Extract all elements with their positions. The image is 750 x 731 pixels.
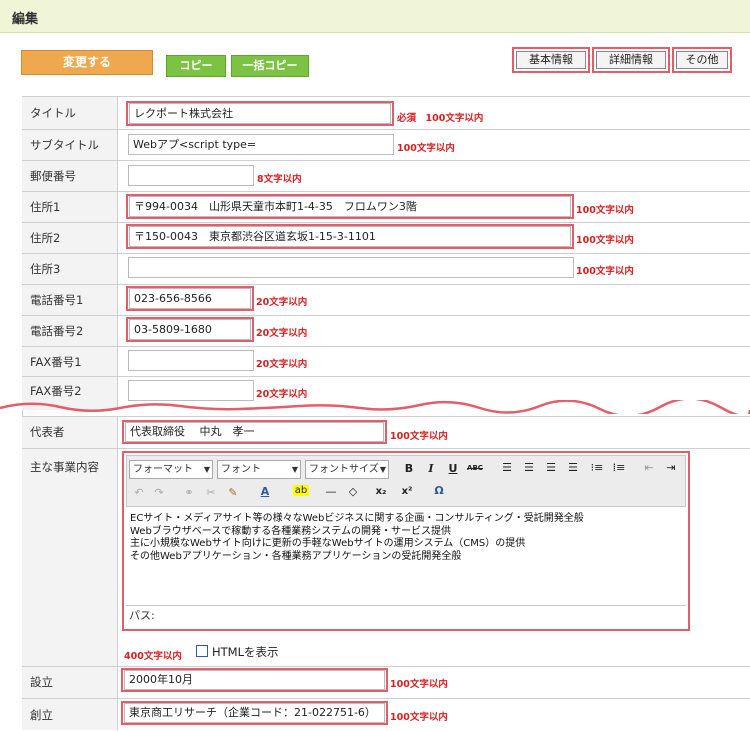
tab-detail-info[interactable]: 詳細情報: [592, 47, 670, 73]
font-select[interactable]: フォント ▼: [217, 460, 301, 479]
editor-path-bar: パス:: [126, 605, 686, 625]
field-note: 8文字以内: [257, 174, 302, 185]
field-label: 電話番号2: [22, 316, 118, 346]
field-note: 100文字以内: [576, 205, 634, 216]
eraser-icon[interactable]: ◇: [345, 485, 361, 498]
editor-content[interactable]: ECサイト・メディアサイト等の様々なWebビジネスに関する企画・コンサルティング…: [130, 513, 680, 563]
field-note: 必須 100文字以内: [397, 113, 484, 124]
address1-input[interactable]: 〒994-0034 山形県天童市本町1-4-35 フロムワン3階: [129, 196, 571, 217]
field-note: 100文字以内: [390, 712, 448, 723]
numbered-list-icon[interactable]: ⁞≡: [611, 461, 627, 474]
indent-icon[interactable]: ⇥: [663, 461, 679, 474]
font-size-select[interactable]: フォントサイズ ▼: [305, 460, 389, 479]
established-input[interactable]: 2000年10月: [124, 670, 385, 690]
align-left-icon[interactable]: ☰: [499, 461, 515, 474]
italic-icon[interactable]: I: [423, 462, 439, 475]
bullet-list-icon[interactable]: ⁝≡: [589, 461, 605, 474]
fax2-input[interactable]: [128, 380, 254, 401]
field-label: 主な事業内容: [22, 449, 118, 666]
field-label: 創立: [22, 699, 118, 730]
tel2-input[interactable]: 03-5809-1680: [129, 319, 251, 340]
field-note: 100文字以内: [390, 431, 448, 442]
cut-line: [0, 400, 750, 414]
subtitle-input[interactable]: Webアプ<script type=: [128, 134, 394, 155]
format-select-label: フォーマット: [133, 464, 193, 475]
change-button[interactable]: 変更する: [21, 50, 153, 75]
field-note: 400文字以内: [124, 651, 182, 662]
link-icon[interactable]: ⚭: [181, 486, 197, 499]
field-label: 住所3: [22, 254, 118, 284]
field-label: FAX番号1: [22, 347, 118, 376]
zip-input[interactable]: [128, 165, 254, 186]
text-color-icon[interactable]: A: [257, 485, 273, 498]
underline-icon[interactable]: U: [445, 462, 461, 475]
field-note: 100文字以内: [576, 235, 634, 246]
align-right-icon[interactable]: ☰: [543, 461, 559, 474]
undo-icon[interactable]: ↶: [131, 486, 147, 499]
highlight-color-icon[interactable]: ab: [293, 485, 309, 496]
content-line: 主に小規模なWebサイト向けに更新の手軽なWebサイトの運用システム（CMS）の…: [130, 538, 526, 549]
tel1-input[interactable]: 023-656-8566: [129, 288, 251, 309]
field-note: 100文字以内: [576, 266, 634, 277]
chevron-down-icon: ▼: [291, 465, 298, 474]
page-title: 編集: [12, 12, 39, 27]
horizontal-rule-icon[interactable]: —: [323, 485, 339, 498]
content-line: その他Webアプリケーション・各種業務アプリケーションの受託開発全般: [130, 550, 462, 562]
representative-input[interactable]: 代表取締役 中丸 孝一: [125, 422, 384, 442]
editor-toolbar: フォーマット ▼ フォント ▼ フォントサイズ ▼ B I U ABC ☰ ☰ ☰ ☰…: [126, 455, 686, 507]
content-line: ECサイト・メディアサイト等の様々なWebビジネスに関する企画・コンサルティング…: [130, 513, 584, 524]
field-label: 住所1: [22, 192, 118, 222]
copy-button[interactable]: コピー: [166, 55, 226, 77]
bulk-copy-button[interactable]: 一括コピー: [231, 55, 309, 77]
html-toggle-label[interactable]: HTMLを表示: [212, 644, 279, 660]
chevron-down-icon: ▼: [379, 465, 386, 474]
field-note: 20文字以内: [256, 297, 308, 308]
redo-icon[interactable]: ↷: [151, 486, 167, 499]
field-note: 20文字以内: [256, 389, 308, 400]
content-line: Webブラウザベースで稼動する各種業務システムの開発・サービス提供: [130, 525, 452, 537]
founded-input[interactable]: 東京商工リサーチ（企業コード：21-022751-6）: [124, 703, 385, 723]
subscript-icon[interactable]: x₂: [373, 486, 389, 497]
address2-input[interactable]: 〒150-0043 東京都渋谷区道玄坂1-15-3-1101: [129, 226, 571, 247]
html-toggle-checkbox[interactable]: [196, 645, 208, 657]
format-select[interactable]: フォーマット ▼: [129, 460, 213, 479]
strikethrough-icon[interactable]: ABC: [467, 464, 483, 472]
superscript-icon[interactable]: x²: [399, 486, 415, 497]
align-justify-icon[interactable]: ☰: [565, 461, 581, 474]
tab-detail-info-label: 詳細情報: [596, 51, 666, 69]
field-label: 代表者: [22, 417, 118, 448]
tab-basic-info[interactable]: 基本情報: [512, 47, 590, 73]
cleanup-icon[interactable]: ✎: [225, 486, 241, 499]
page-header: 編集: [0, 0, 750, 33]
field-label: タイトル: [22, 97, 118, 129]
field-label: 電話番号1: [22, 285, 118, 315]
field-note: 100文字以内: [390, 679, 448, 690]
address3-input[interactable]: [128, 257, 574, 278]
chevron-down-icon: ▼: [203, 465, 210, 474]
fax1-input[interactable]: [128, 350, 254, 371]
tab-other-label: その他: [676, 51, 728, 69]
rich-text-editor[interactable]: フォーマット ▼ フォント ▼ フォントサイズ ▼ B I U ABC ☰ ☰ ☰ ☰…: [122, 451, 690, 631]
field-label: 住所2: [22, 223, 118, 253]
field-label: サブタイトル: [22, 130, 118, 160]
tab-other[interactable]: その他: [672, 47, 732, 73]
field-note: 20文字以内: [256, 359, 308, 370]
outdent-icon[interactable]: ⇤: [641, 461, 657, 474]
special-char-icon[interactable]: Ω: [431, 484, 447, 497]
field-note: 100文字以内: [397, 143, 455, 154]
field-label: 郵便番号: [22, 161, 118, 191]
font-select-label: フォント: [221, 464, 261, 475]
field-label: 設立: [22, 667, 118, 698]
align-center-icon[interactable]: ☰: [521, 461, 537, 474]
tab-basic-info-label: 基本情報: [516, 51, 586, 69]
font-size-select-label: フォントサイズ: [309, 464, 379, 475]
field-note: 20文字以内: [256, 328, 308, 339]
bold-icon[interactable]: B: [401, 462, 417, 475]
unlink-icon[interactable]: ✂: [203, 486, 219, 499]
title-input[interactable]: レクポート株式会社: [129, 103, 391, 124]
